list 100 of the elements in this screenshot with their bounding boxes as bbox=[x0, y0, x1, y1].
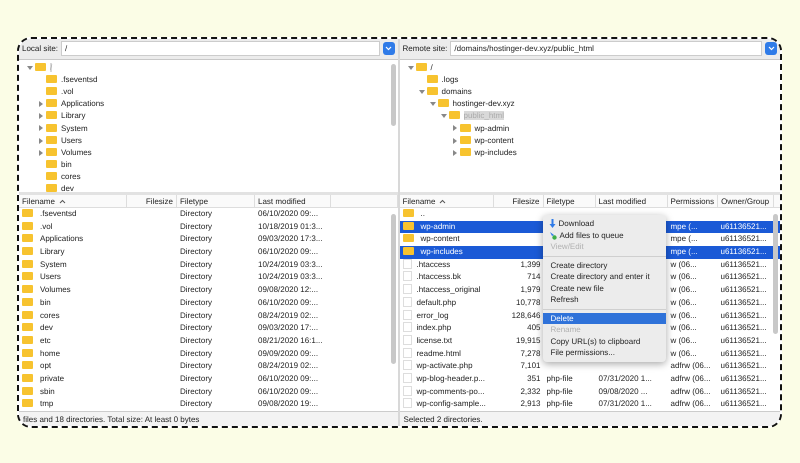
menu-item[interactable]: Create directory bbox=[542, 260, 666, 271]
collapsed-arrow-icon[interactable] bbox=[452, 125, 458, 132]
filename-cell[interactable]: wp-content bbox=[400, 233, 494, 246]
expanded-arrow-icon[interactable] bbox=[27, 64, 33, 70]
table-cell-text: 09/08/2020 19:... bbox=[257, 398, 320, 410]
tree-item-label[interactable]: wp-admin bbox=[474, 124, 510, 133]
tree-item-label[interactable]: / bbox=[430, 62, 433, 72]
filename-cell[interactable]: index.php bbox=[400, 322, 494, 335]
dropdown-button[interactable] bbox=[765, 42, 777, 56]
column-header[interactable]: Filesize bbox=[494, 195, 544, 207]
expanded-arrow-icon[interactable] bbox=[418, 88, 424, 95]
menu-item[interactable]: Refresh bbox=[542, 294, 666, 306]
tree-item-label[interactable]: .logs bbox=[442, 74, 458, 84]
tree-item-label[interactable]: wp-includes bbox=[474, 148, 517, 157]
collapsed-arrow-icon[interactable] bbox=[452, 150, 458, 156]
filename-cell[interactable]: dev bbox=[19, 322, 127, 335]
table-cell: mpe (... bbox=[668, 220, 718, 234]
column-header[interactable]: Owner/Group bbox=[718, 195, 774, 207]
filename-cell[interactable]: cores bbox=[19, 310, 127, 322]
column-header[interactable]: Filename bbox=[400, 195, 494, 207]
filename-cell[interactable]: Library bbox=[19, 246, 127, 259]
tree-item-label[interactable]: dev bbox=[61, 184, 74, 192]
filename-cell[interactable]: Volumes bbox=[19, 284, 127, 297]
filename-cell[interactable]: home bbox=[19, 348, 127, 360]
tree-item-label[interactable]: .vol bbox=[61, 86, 74, 96]
table-cell-text: u61136521... bbox=[720, 386, 768, 398]
folder-icon bbox=[416, 62, 426, 71]
filename-cell[interactable]: sbin bbox=[19, 386, 127, 398]
filename-cell[interactable]: license.txt bbox=[400, 334, 494, 348]
column-header[interactable]: Filesize bbox=[127, 195, 177, 207]
filename-cell[interactable]: wp-activate.php bbox=[400, 360, 494, 373]
expanded-arrow-icon[interactable] bbox=[408, 64, 414, 70]
collapsed-arrow-icon[interactable] bbox=[38, 113, 44, 120]
filename-cell[interactable]: wp-config-sample... bbox=[400, 398, 494, 411]
table-cell-text: adfrw (06... bbox=[670, 360, 712, 372]
filename-cell[interactable]: .fseventsd bbox=[19, 208, 127, 221]
expanded-arrow-icon[interactable] bbox=[430, 101, 436, 108]
filename-cell[interactable]: wp-admin bbox=[400, 220, 494, 234]
tree-item-label[interactable]: Volumes bbox=[61, 148, 92, 157]
column-header[interactable]: Last modified bbox=[255, 195, 331, 207]
scrollbar[interactable] bbox=[773, 214, 778, 334]
filename-cell[interactable]: wp-comments-po... bbox=[400, 386, 494, 398]
filename-cell[interactable]: .htaccess bbox=[400, 258, 494, 272]
expanded-arrow-icon[interactable] bbox=[440, 113, 446, 120]
filename-cell[interactable]: .htaccess.bk bbox=[400, 271, 494, 284]
collapsed-arrow-icon[interactable] bbox=[38, 125, 44, 132]
column-header[interactable]: Filetype bbox=[177, 195, 255, 207]
filename-cell[interactable]: Users bbox=[19, 271, 127, 284]
table-cell-text: 09/03/2020 17:... bbox=[257, 322, 320, 334]
menu-item[interactable]: Create new file bbox=[542, 282, 666, 294]
tree-item-label[interactable]: bin bbox=[61, 160, 72, 170]
tree-item-label[interactable]: hostinger-dev.xyz bbox=[452, 99, 515, 108]
filename-cell[interactable]: readme.html bbox=[400, 348, 494, 360]
tree-item-label[interactable]: domains bbox=[442, 86, 472, 96]
table-cell-text: u61136521... bbox=[720, 334, 768, 347]
collapsed-arrow-icon[interactable] bbox=[452, 138, 458, 144]
chevron-down-icon bbox=[385, 46, 392, 52]
filename-cell[interactable]: .. bbox=[400, 208, 494, 221]
tree-item-label[interactable]: wp-content bbox=[474, 136, 514, 145]
column-header[interactable]: Last modified bbox=[596, 195, 668, 207]
table-cell-text: 1,399 bbox=[519, 258, 542, 271]
filename-cell[interactable]: default.php bbox=[400, 296, 494, 310]
tree-item-label[interactable]: cores bbox=[61, 172, 81, 182]
site-path-field[interactable]: /domains/hostinger-dev.xyz/public_html bbox=[450, 41, 762, 56]
tree-item-label[interactable]: .fseventsd bbox=[61, 74, 98, 84]
tree-item-label[interactable]: Applications bbox=[61, 99, 104, 108]
filename-cell[interactable]: .vol bbox=[19, 220, 127, 234]
collapsed-arrow-icon[interactable] bbox=[38, 101, 44, 108]
filename-cell[interactable]: private bbox=[19, 372, 127, 386]
collapsed-arrow-icon[interactable] bbox=[38, 138, 44, 144]
site-path-field[interactable]: / bbox=[61, 41, 380, 56]
scrollbar[interactable] bbox=[390, 214, 396, 364]
table-cell-text: Directory bbox=[179, 398, 214, 410]
filename-cell[interactable]: wp-includes bbox=[400, 246, 494, 259]
filename-cell[interactable]: System bbox=[19, 258, 127, 272]
column-header[interactable]: Filetype bbox=[544, 195, 596, 207]
collapsed-arrow-icon[interactable] bbox=[38, 150, 44, 156]
menu-item[interactable]: Delete bbox=[542, 312, 666, 324]
local-site-label: Local site: bbox=[22, 42, 58, 55]
table-cell-text: Directory bbox=[179, 360, 214, 372]
menu-item[interactable]: Copy URL(s) to clipboard bbox=[542, 336, 666, 347]
filename-cell[interactable]: wp-blog-header.p... bbox=[400, 372, 494, 386]
filename-cell[interactable]: tmp bbox=[19, 398, 127, 411]
filename-cell[interactable]: etc bbox=[19, 334, 127, 348]
menu-item[interactable]: File permissions... bbox=[542, 347, 666, 358]
tree-item-label[interactable]: System bbox=[61, 124, 88, 133]
scrollbar[interactable] bbox=[390, 64, 396, 126]
menu-item[interactable]: Add files to queue bbox=[542, 230, 666, 241]
column-header[interactable]: Permissions bbox=[668, 195, 718, 207]
dropdown-button[interactable] bbox=[382, 42, 394, 56]
filename-cell[interactable]: .htaccess_original bbox=[400, 284, 494, 297]
filename-cell[interactable]: Applications bbox=[19, 233, 127, 246]
filename-cell[interactable]: error_log bbox=[400, 310, 494, 322]
menu-item[interactable]: Create directory and enter it bbox=[542, 271, 666, 282]
tree-item-label[interactable]: Library bbox=[61, 111, 86, 120]
column-header[interactable]: Filename bbox=[19, 195, 127, 207]
tree-item-label[interactable]: Users bbox=[61, 136, 82, 145]
menu-item[interactable]: Download bbox=[542, 218, 666, 230]
filename-cell[interactable]: bin bbox=[19, 296, 127, 310]
filename-cell[interactable]: opt bbox=[19, 360, 127, 373]
